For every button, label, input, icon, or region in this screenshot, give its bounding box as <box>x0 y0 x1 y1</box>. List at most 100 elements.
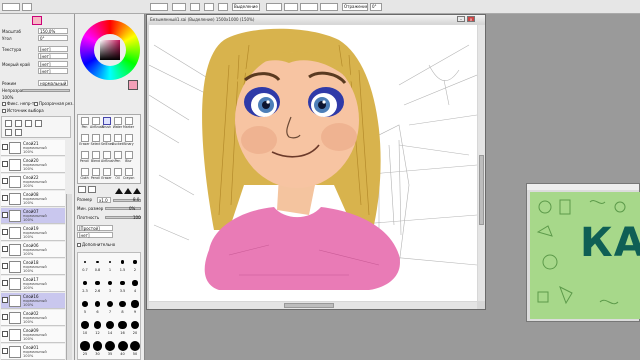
brush-size-cell[interactable]: 35 <box>104 338 116 358</box>
layer-row[interactable]: Слой19 нормальный 100% <box>1 225 65 241</box>
triangle-icon[interactable] <box>124 188 132 194</box>
layer-row[interactable]: Слой21 нормальный 100% <box>1 140 65 156</box>
tool-select-eraser[interactable]: SelEras <box>101 133 113 149</box>
brush-size-cell[interactable]: 2.6 <box>92 275 104 295</box>
tool-eraser-2[interactable]: Eraser <box>101 167 112 183</box>
vertical-scroll-thumb[interactable] <box>479 155 484 225</box>
selection-toggle[interactable]: Выделение <box>232 3 260 11</box>
brush-size-cell[interactable]: 16 <box>117 317 129 337</box>
nav-angle-value[interactable]: 0° <box>38 35 68 41</box>
check-preserve-opacity[interactable]: Фикс. непр-ть <box>2 100 37 107</box>
eye-icon[interactable] <box>2 178 8 184</box>
tool-select[interactable]: Select <box>90 133 101 149</box>
toolbar-field-6[interactable] <box>204 3 214 11</box>
tool-cloth[interactable]: Cloth <box>79 167 90 183</box>
toolbar-field-5[interactable] <box>190 3 200 11</box>
eye-icon[interactable] <box>2 297 8 303</box>
layer-row[interactable]: Слой08 нормальный 100% <box>1 191 65 207</box>
new-folder-icon[interactable] <box>15 120 22 127</box>
layer-row[interactable]: Слой18 нормальный 100% <box>1 259 65 275</box>
eye-icon[interactable] <box>2 314 8 320</box>
saturation-value-square[interactable] <box>100 40 120 60</box>
brush-texture-select[interactable]: [нет] <box>77 232 113 238</box>
brush-size-cell[interactable]: 5 <box>79 296 91 316</box>
check-clipping[interactable]: Прозрачная рез. <box>34 100 74 107</box>
eye-icon[interactable] <box>2 348 8 354</box>
tool-pencil-2[interactable]: Pencil <box>90 167 101 183</box>
toolbar-field-10[interactable] <box>284 3 298 11</box>
eye-icon[interactable] <box>2 263 8 269</box>
layer-row[interactable]: Слой02 нормальный 100% <box>1 310 65 326</box>
brush-keep-icon[interactable] <box>88 186 96 193</box>
opacity-slider[interactable] <box>22 89 70 92</box>
brush-size-cell[interactable]: 3 <box>104 275 116 295</box>
brush-size-cell[interactable]: 10 <box>79 317 91 337</box>
minimize-button[interactable]: – <box>457 16 465 22</box>
tool-blend[interactable]: Blend <box>90 150 101 166</box>
layer-row[interactable]: Слой07 нормальный 100% <box>1 208 65 224</box>
toolbar-field-4[interactable] <box>172 3 186 11</box>
tool-eraser[interactable]: Eraser <box>79 133 90 149</box>
layer-row[interactable]: Слой20 нормальный 100% <box>1 157 65 173</box>
eye-icon[interactable] <box>2 229 8 235</box>
brush-size-cell[interactable]: 2.3 <box>79 275 91 295</box>
brush-size-cell[interactable]: 6 <box>92 296 104 316</box>
brush-size-cell[interactable]: 50 <box>129 338 141 358</box>
new-layer-icon[interactable] <box>5 120 12 127</box>
clear-layer-icon[interactable] <box>5 129 12 136</box>
toolbar-field-12[interactable] <box>320 3 338 11</box>
eye-icon[interactable] <box>2 280 8 286</box>
layer-row[interactable]: Слой17 нормальный 100% <box>1 276 65 292</box>
texture-select[interactable]: [нет] <box>38 46 68 52</box>
wet-edge-select[interactable]: [нет] <box>38 61 68 67</box>
texture-select-2[interactable]: [нет] <box>38 53 68 59</box>
eye-icon[interactable] <box>2 195 8 201</box>
brush-size-cell[interactable]: 25 <box>79 338 91 358</box>
eye-icon[interactable] <box>2 246 8 252</box>
canvas-vertical-scrollbar[interactable] <box>478 25 485 301</box>
layer-scrollbar[interactable] <box>66 194 72 360</box>
brush-size-cell[interactable]: 20 <box>129 317 141 337</box>
wet-edge-select-2[interactable]: [нет] <box>38 68 68 74</box>
toolbar-field-7[interactable] <box>218 3 228 11</box>
tool-pen-2[interactable]: Pen <box>112 150 123 166</box>
eye-icon[interactable] <box>2 331 8 337</box>
layer-row[interactable]: Слой09 нормальный 100% <box>1 327 65 343</box>
brush-size-cell[interactable]: 40 <box>117 338 129 358</box>
merge-layer-icon[interactable] <box>25 120 32 127</box>
brush-normal-icon[interactable] <box>78 186 86 193</box>
blend-mode-select[interactable]: нормальный <box>38 80 68 86</box>
brush-size-cell[interactable]: 4 <box>129 275 141 295</box>
toolbar-field-1[interactable] <box>2 3 20 11</box>
eye-icon[interactable] <box>2 161 8 167</box>
drawing-canvas[interactable] <box>149 25 477 301</box>
canvas-horizontal-scrollbar[interactable] <box>149 302 477 309</box>
tool-brush[interactable]: Brush <box>101 116 112 132</box>
toolbar-field-2[interactable] <box>22 3 32 11</box>
tool-bucket[interactable]: Bucket <box>112 133 123 149</box>
brush-size-cell[interactable]: 1.5 <box>117 254 129 274</box>
tool-oil[interactable]: Oil <box>112 167 123 183</box>
brush-size-cell[interactable]: 2 <box>129 254 141 274</box>
toolbar-field-9[interactable] <box>266 3 282 11</box>
min-size-slider[interactable] <box>105 207 141 210</box>
mirror-toggle[interactable]: Отражение <box>342 3 368 11</box>
brush-size-cell[interactable]: 9 <box>129 296 141 316</box>
triangle-icon[interactable] <box>115 188 123 194</box>
eye-icon[interactable] <box>2 144 8 150</box>
preview-window[interactable]: КА <box>526 183 640 322</box>
size-multiplier[interactable]: x1.0 <box>97 197 111 203</box>
brush-size-cell[interactable]: 7 <box>104 296 116 316</box>
close-button[interactable]: × <box>467 16 475 22</box>
delete-layer-icon[interactable] <box>35 120 42 127</box>
brush-size-cell[interactable]: 0.7 <box>79 254 91 274</box>
brush-size-cell[interactable]: 0.8 <box>92 254 104 274</box>
tool-crayon[interactable]: Crayon <box>123 167 134 183</box>
copy-layer-icon[interactable] <box>15 129 22 136</box>
check-selection-source[interactable]: Источник выбора <box>2 107 44 114</box>
layer-row[interactable]: Слой22 нормальный 100% <box>1 174 65 190</box>
foreground-color-swatch[interactable] <box>128 80 138 90</box>
eye-icon[interactable] <box>2 212 8 218</box>
triangle-icon[interactable] <box>133 188 141 194</box>
brush-shape-select[interactable]: [Простой] <box>77 225 113 231</box>
